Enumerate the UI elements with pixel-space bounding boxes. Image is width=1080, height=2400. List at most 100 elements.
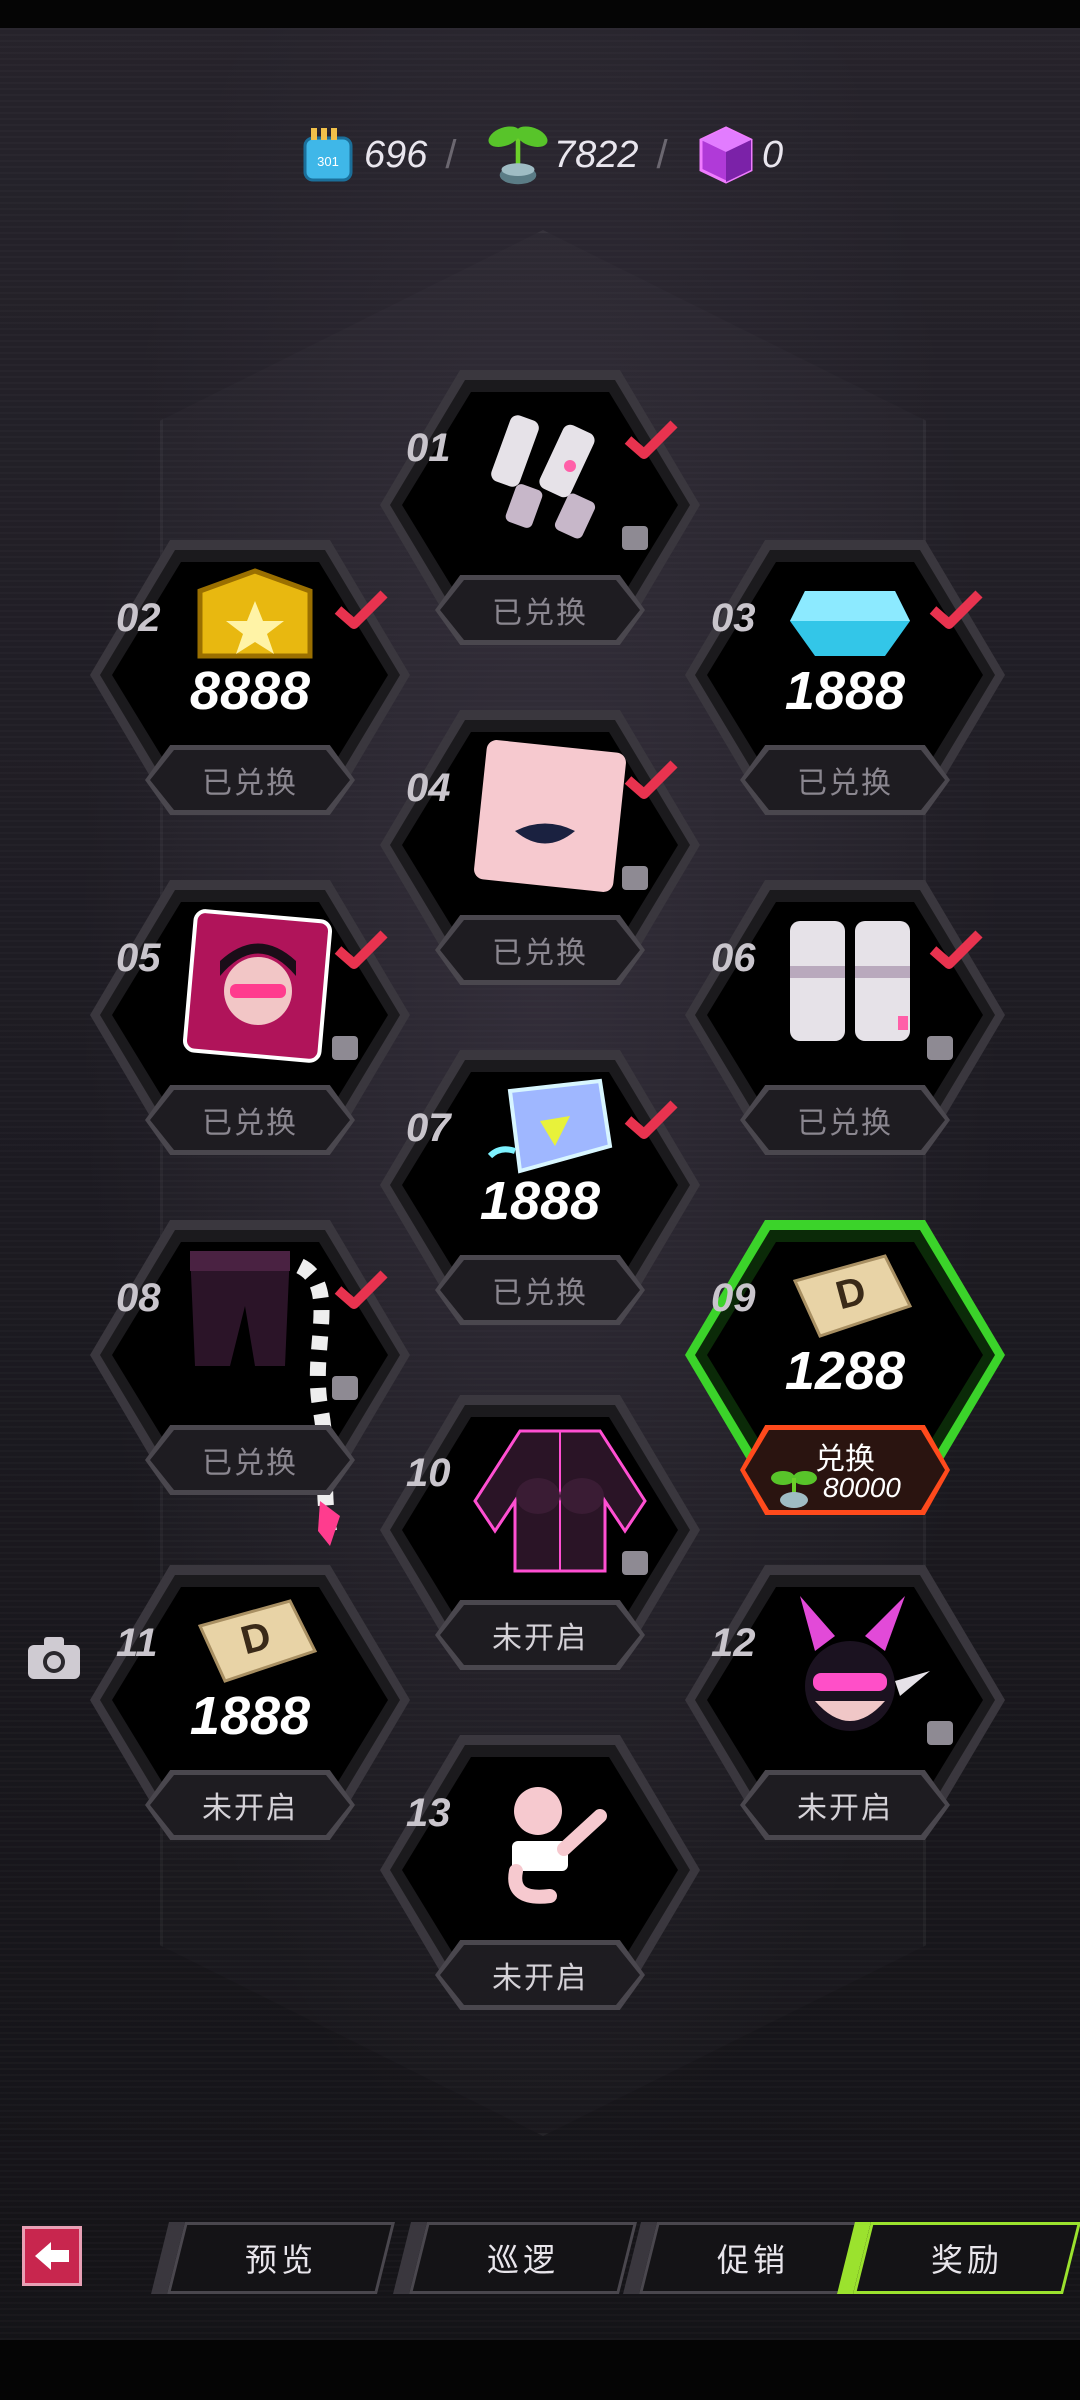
reward-cell-01[interactable]: 01 已兑换 [380,370,700,660]
status-text: 已兑换 [440,920,640,980]
status-text: 未开启 [150,1775,350,1835]
avatar-portrait-icon [170,906,340,1066]
status-label: 未开启 [740,1770,950,1840]
status-label: 已兑换 [145,1085,355,1155]
svg-text:301: 301 [317,154,339,169]
chips-value: 696 [364,133,428,176]
reward-cell-05[interactable]: 05 已兑换 [90,880,410,1170]
reward-cell-11[interactable]: D 11 1888 未开启 [90,1565,410,1855]
cell-number: 03 [711,596,756,640]
tab-patrol[interactable]: 巡逻 [409,2222,637,2294]
tab-label: 预览 [244,2242,317,2278]
reward-amount: 1288 [784,1341,906,1401]
checkmark-icon [929,930,983,969]
cell-number: 04 [406,766,451,810]
reward-cell-04[interactable]: 04 已兑换 [380,710,700,1000]
portrait-type-icon [328,1030,362,1064]
status-text: 已兑换 [745,1090,945,1150]
status-text: 已兑换 [440,1260,640,1320]
reward-cell-03[interactable]: 03 1888 已兑换 [685,540,1005,830]
reward-amount: 1888 [189,1686,311,1746]
tab-rewards[interactable]: 奖励 [853,2222,1080,2294]
reward-amount: 8888 [189,661,311,721]
camera-icon[interactable] [26,1635,82,1681]
status-label: 未开启 [145,1770,355,1840]
back-button[interactable] [22,2226,82,2286]
currency-sprout: 7822 / [486,110,668,200]
status-label: 已兑换 [435,575,645,645]
reward-amount: 1888 [784,661,906,721]
cell-number: 07 [406,1106,451,1150]
status-label: 已兑换 [740,1085,950,1155]
checkmark-icon [624,1100,678,1139]
status-label: 未开启 [435,1940,645,2010]
reward-cell-10[interactable]: 10 未开启 [380,1395,700,1685]
sprout-value: 7822 [554,133,639,176]
status-bar [0,0,1080,28]
cell-number: 02 [116,596,161,640]
horned-headgear-icon [765,1591,935,1751]
reward-cell-08[interactable]: 08 已兑换 [90,1220,410,1546]
checkmark-icon [624,760,678,799]
chip-token-icon: 301 [296,123,360,187]
reward-cell-02[interactable]: 02 8888 已兑换 [90,540,410,830]
status-label: 已兑换 [145,745,355,815]
checkmark-icon [929,590,983,629]
reward-cell-06[interactable]: 06 已兑换 [685,880,1005,1170]
exchange-button[interactable]: 兑换 80000 [740,1425,950,1515]
status-text: 已兑换 [150,750,350,810]
cell-number: 13 [406,1791,451,1835]
sprout-pot-icon [486,123,550,187]
boots-icon [765,906,935,1066]
jacket-icon [460,1421,647,1581]
status-text: 未开启 [745,1775,945,1835]
status-text: 未开启 [440,1605,640,1665]
cube-value: 0 [762,133,784,176]
cell-number: 06 [711,936,756,980]
reward-cell-13[interactable]: 13 未开启 [380,1735,700,2025]
reward-cell-12[interactable]: 12 未开启 [685,1565,1005,1855]
currency-chips: 301 696 / [296,110,457,200]
status-text: 已兑换 [440,580,640,640]
back-arrow-icon [35,2242,69,2270]
status-text: 已兑换 [150,1430,350,1490]
reward-cell-07[interactable]: 07 1888 已兑换 [380,1050,700,1340]
checkmark-icon [334,930,388,969]
status-label: 未开启 [435,1600,645,1670]
checkmark-icon [624,420,678,459]
pants-tail-icon [170,1246,340,1546]
cell-number: 10 [406,1451,451,1495]
glove-type-icon [618,520,652,554]
cell-number: 05 [116,936,161,980]
sprout-pot-icon [771,1471,817,1508]
reward-amount: 1888 [479,1171,601,1231]
status-text: 已兑换 [745,750,945,810]
purple-cube-icon [694,123,758,187]
tab-promotion[interactable]: 促销 [639,2222,867,2294]
shirt-type-icon [618,1545,652,1579]
reward-cell-09[interactable]: D 09 1288 兑换 80000 [685,1220,1005,1515]
boot-type-icon [923,1030,957,1064]
hat-type-icon [923,1715,957,1749]
tab-label: 奖励 [930,2242,1003,2278]
checkmark-icon [334,590,388,629]
cell-number: 12 [711,1621,756,1665]
tab-preview[interactable]: 预览 [167,2222,395,2294]
status-text: 已兑换 [150,1090,350,1150]
pants-type-icon [328,1370,362,1404]
currency-separator: / [445,132,457,177]
status-label: 已兑换 [435,915,645,985]
cell-number: 09 [711,1276,756,1320]
pose-emote-icon [460,1761,630,1921]
currency-cube: 0 [694,110,783,200]
cell-number: 11 [116,1621,158,1665]
status-text: 未开启 [440,1945,640,2005]
cell-number: 08 [116,1276,161,1320]
status-label: 已兑换 [740,745,950,815]
lips-type-icon [618,860,652,894]
lips-makeup-icon [460,736,630,896]
status-label: 已兑换 [435,1255,645,1325]
navigation-bar [0,2340,1080,2400]
tab-label: 巡逻 [486,2242,559,2278]
cell-number: 01 [406,426,451,470]
